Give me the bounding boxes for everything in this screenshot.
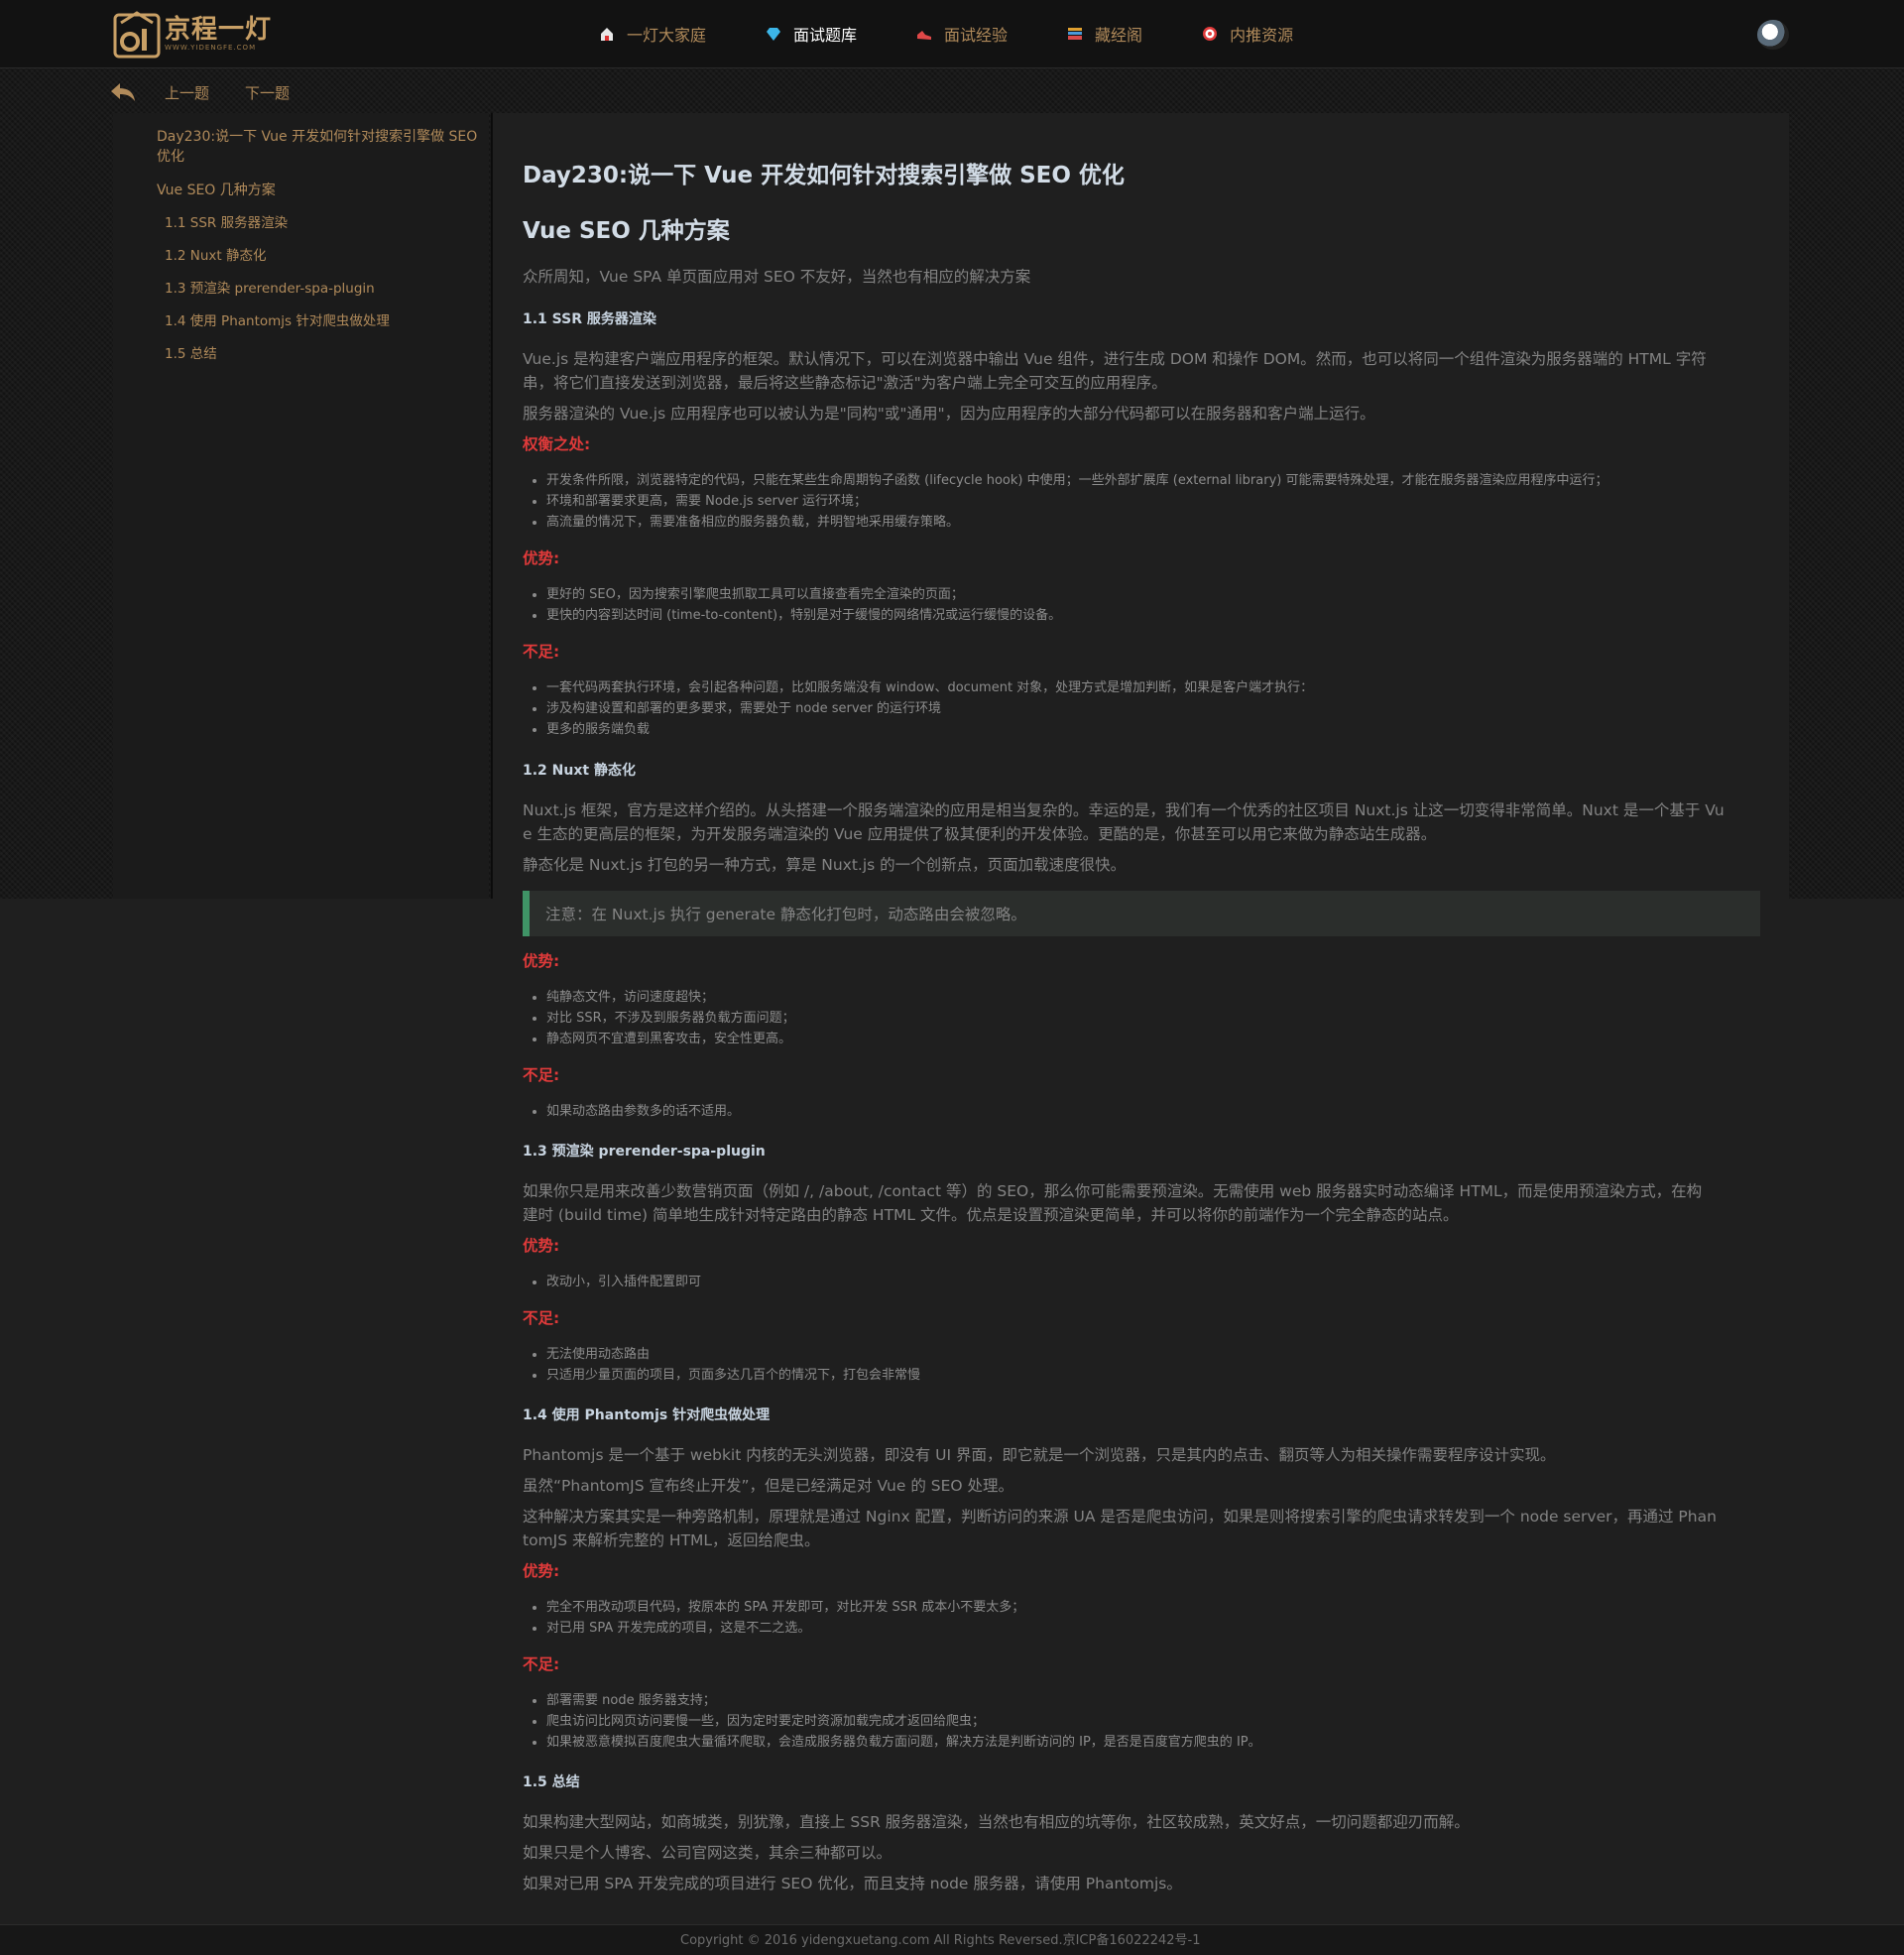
- nuxt-cons-label: 不足:: [523, 1066, 560, 1084]
- toc-item-nuxt[interactable]: 1.2 Nuxt 静态化: [165, 246, 482, 266]
- toc-item-title[interactable]: Day230:说一下 Vue 开发如何针对搜索引擎做 SEO 优化: [157, 127, 484, 167]
- ssr-tradeoff-list: 开发条件所限，浏览器特定的代码，只能在某些生命周期钩子函数 (lifecycle…: [523, 470, 1786, 533]
- list-item: 更好的 SEO，因为搜索引擎爬虫抓取工具可以直接查看完全渲染的页面；: [546, 584, 1786, 605]
- phantomjs-pros-list: 完全不用改动项目代码，按原本的 SPA 开发即可，对比开发 SSR 成本小不要太…: [523, 1597, 1786, 1639]
- nav-item-family[interactable]: 一灯大家庭: [599, 22, 706, 46]
- list-item: 开发条件所限，浏览器特定的代码，只能在某些生命周期钩子函数 (lifecycle…: [546, 470, 1786, 491]
- logo-mark: [113, 9, 161, 59]
- list-item: 无法使用动态路由: [546, 1344, 1786, 1365]
- toc-item-seo-solutions[interactable]: Vue SEO 几种方案: [157, 181, 484, 200]
- nav-label: 一灯大家庭: [627, 26, 707, 45]
- phantomjs-heading: 1.4 使用 Phantomjs 针对爬虫做处理: [523, 1407, 771, 1423]
- ssr-tradeoff-label: 权衡之处:: [523, 435, 591, 453]
- nav-label: 内推资源: [1230, 26, 1294, 45]
- phantomjs-cons-label: 不足:: [523, 1655, 560, 1673]
- toc-item-prerender[interactable]: 1.3 预渲染 prerender-spa-plugin: [165, 279, 482, 299]
- phantomjs-paragraph-2: 虽然“PhantomJS 宣布终止开发”，但是已经满足对 Vue 的 SEO 处…: [523, 1477, 1014, 1495]
- toc-item-ssr[interactable]: 1.1 SSR 服务器渲染: [165, 213, 482, 233]
- article-title: Day230:说一下 Vue 开发如何针对搜索引擎做 SEO 优化: [523, 163, 1125, 188]
- prerender-heading: 1.3 预渲染 prerender-spa-plugin: [523, 1144, 766, 1160]
- list-item: 涉及构建设置和部署的更多要求，需要处于 node server 的运行环境: [546, 698, 1786, 719]
- main-nav: 一灯大家庭 面试题库 面试经验 藏经阁 内推资源: [599, 0, 1353, 67]
- prerender-paragraph-1b: 建时 (build time) 简单地生成针对特定路由的静态 HTML 文件。优…: [523, 1206, 1459, 1224]
- nav-item-library[interactable]: 藏经阁: [1067, 22, 1142, 46]
- nav-label: 藏经阁: [1095, 26, 1143, 45]
- list-item: 部署需要 node 服务器支持；: [546, 1690, 1786, 1711]
- ssr-cons-label: 不足:: [523, 643, 560, 661]
- prev-question-link[interactable]: 上一题: [165, 82, 209, 103]
- list-item: 对已用 SPA 开发完成的项目，这是不二之选。: [546, 1618, 1786, 1639]
- phantomjs-pros-label: 优势:: [523, 1562, 560, 1580]
- nav-label: 面试经验: [944, 26, 1009, 45]
- list-item: 一套代码两套执行环境，会引起各种问题，比如服务端没有 window、docume…: [546, 677, 1786, 698]
- footer: Copyright © 2016 yidengxuetang.com All R…: [0, 1924, 1904, 1955]
- list-item: 更多的服务端负载: [546, 719, 1786, 740]
- list-item: 静态网页不宜遭到黑客攻击，安全性更高。: [546, 1029, 1786, 1049]
- nav-label: 面试题库: [793, 26, 858, 45]
- list-item: 改动小，引入插件配置即可: [546, 1272, 1786, 1292]
- back-arrow-icon[interactable]: [109, 81, 137, 103]
- next-question-link[interactable]: 下一题: [245, 82, 290, 103]
- prerender-pros-label: 优势:: [523, 1237, 560, 1255]
- nuxt-paragraph-1a: Nuxt.js 框架，官方是这样介绍的。从头搭建一个服务端渲染的应用是相当复杂的…: [523, 801, 1725, 819]
- prerender-pros-list: 改动小，引入插件配置即可: [523, 1272, 1786, 1292]
- nav-item-experience[interactable]: 面试经验: [916, 22, 1008, 46]
- target-icon: [1202, 26, 1218, 42]
- question-pager: 上一题 下一题: [109, 79, 325, 105]
- list-item: 对比 SSR，不涉及到服务器负载方面问题；: [546, 1008, 1786, 1029]
- list-item: 完全不用改动项目代码，按原本的 SPA 开发即可，对比开发 SSR 成本小不要太…: [546, 1597, 1786, 1618]
- top-navbar: 京程一灯 WWW.YIDENGFE.COM 一灯大家庭 面试题库 面试经验 藏经…: [0, 0, 1904, 68]
- nav-item-question-bank[interactable]: 面试题库: [766, 22, 857, 46]
- list-item: 如果动态路由参数多的话不适用。: [546, 1101, 1786, 1122]
- nuxt-cons-list: 如果动态路由参数多的话不适用。: [523, 1101, 1786, 1122]
- list-item: 纯静态文件，访问速度超快；: [546, 987, 1786, 1008]
- list-item: 如果被恶意模拟百度爬虫大量循环爬取，会造成服务器负载方面问题，解决方法是判断访问…: [546, 1732, 1786, 1753]
- nuxt-paragraph-1b: e 生态的更高层的框架，为开发服务端渲染的 Vue 应用提供了极其便利的开发体验…: [523, 825, 1437, 843]
- list-item: 爬虫访问比网页访问要慢一些，因为定时要定时资源加载完成才返回给爬虫；: [546, 1711, 1786, 1732]
- copyright-text: Copyright © 2016 yidengxuetang.com All R…: [680, 1933, 1201, 1948]
- list-item: 环境和部署要求更高，需要 Node.js server 运行环境；: [546, 491, 1786, 512]
- list-item: 只适用少量页面的项目，页面多达几百个的情况下，打包会非常慢: [546, 1365, 1786, 1386]
- note-text: 注意：在 Nuxt.js 执行 generate 静态化打包时，动态路由会被忽略…: [545, 906, 1026, 923]
- section-heading: Vue SEO 几种方案: [523, 218, 730, 244]
- ssr-cons-list: 一套代码两套执行环境，会引起各种问题，比如服务端没有 window、docume…: [523, 677, 1786, 740]
- ssr-heading: 1.1 SSR 服务器渲染: [523, 311, 656, 327]
- diamond-icon: [766, 26, 781, 42]
- summary-paragraph-1: 如果构建大型网站，如商城类，别犹豫，直接上 SSR 服务器渲染，当然也有相应的坑…: [523, 1813, 1470, 1831]
- nuxt-heading: 1.2 Nuxt 静态化: [523, 763, 636, 779]
- logo-subtext: WWW.YIDENGFE.COM: [165, 44, 257, 52]
- intro-text: 众所周知，Vue SPA 单页面应用对 SEO 不友好，当然也有相应的解决方案: [523, 268, 1031, 286]
- avatar[interactable]: [1757, 20, 1789, 50]
- phantomjs-paragraph-1: Phantomjs 是一个基于 webkit 内核的无头浏览器，即没有 UI 界…: [523, 1446, 1556, 1464]
- phantomjs-paragraph-3a: 这种解决方案其实是一种旁路机制，原理就是通过 Nginx 配置，判断访问的来源 …: [523, 1508, 1717, 1526]
- toc-item-summary[interactable]: 1.5 总结: [165, 344, 482, 364]
- toc-sidebar: Day230:说一下 Vue 开发如何针对搜索引擎做 SEO 优化 Vue SE…: [113, 113, 489, 899]
- nav-item-referral[interactable]: 内推资源: [1202, 22, 1293, 46]
- ssr-paragraph-1b: 串，将它们直接发送到浏览器，最后将这些静态标记"激活"为客户端上完全可交互的应用…: [523, 374, 1167, 392]
- summary-paragraph-2: 如果只是个人博客、公司官网这类，其余三种都可以。: [523, 1844, 892, 1862]
- nuxt-pros-list: 纯静态文件，访问速度超快； 对比 SSR，不涉及到服务器负载方面问题； 静态网页…: [523, 987, 1786, 1049]
- prerender-cons-label: 不足:: [523, 1309, 560, 1327]
- nuxt-paragraph-2: 静态化是 Nuxt.js 打包的另一种方式，算是 Nuxt.js 的一个创新点，…: [523, 856, 1127, 874]
- ssr-pros-label: 优势:: [523, 550, 560, 567]
- logo[interactable]: 京程一灯 WWW.YIDENGFE.COM: [113, 8, 272, 60]
- summary-paragraph-3: 如果对已用 SPA 开发完成的项目进行 SEO 优化，而且支持 node 服务器…: [523, 1875, 1182, 1893]
- ssr-paragraph-1a: Vue.js 是构建客户端应用程序的框架。默认情况下，可以在浏览器中输出 Vue…: [523, 350, 1707, 368]
- list-item: 高流量的情况下，需要准备相应的服务器负载，并明智地采用缓存策略。: [546, 512, 1786, 533]
- shoe-icon: [916, 26, 932, 42]
- home-icon: [599, 26, 615, 42]
- prerender-paragraph-1a: 如果你只是用来改善少数营销页面（例如 /, /about, /contact 等…: [523, 1182, 1703, 1200]
- summary-heading: 1.5 总结: [523, 1774, 580, 1790]
- phantomjs-paragraph-3b: tomJS 来解析完整的 HTML，返回给爬虫。: [523, 1531, 820, 1549]
- ssr-paragraph-2: 服务器渲染的 Vue.js 应用程序也可以被认为是"同构"或"通用"，因为应用程…: [523, 405, 1375, 423]
- note-blockquote: 注意：在 Nuxt.js 执行 generate 静态化打包时，动态路由会被忽略…: [523, 891, 1760, 936]
- list-item: 更快的内容到达时间 (time-to-content)，特别是对于缓慢的网络情况…: [546, 605, 1786, 626]
- ssr-pros-list: 更好的 SEO，因为搜索引擎爬虫抓取工具可以直接查看完全渲染的页面； 更快的内容…: [523, 584, 1786, 626]
- phantomjs-cons-list: 部署需要 node 服务器支持； 爬虫访问比网页访问要慢一些，因为定时要定时资源…: [523, 1690, 1786, 1753]
- logo-text: 京程一灯: [165, 15, 273, 45]
- prerender-cons-list: 无法使用动态路由 只适用少量页面的项目，页面多达几百个的情况下，打包会非常慢: [523, 1344, 1786, 1386]
- toc-item-phantomjs[interactable]: 1.4 使用 Phantomjs 针对爬虫做处理: [165, 311, 482, 331]
- books-icon: [1067, 26, 1083, 42]
- nuxt-pros-label: 优势:: [523, 952, 560, 970]
